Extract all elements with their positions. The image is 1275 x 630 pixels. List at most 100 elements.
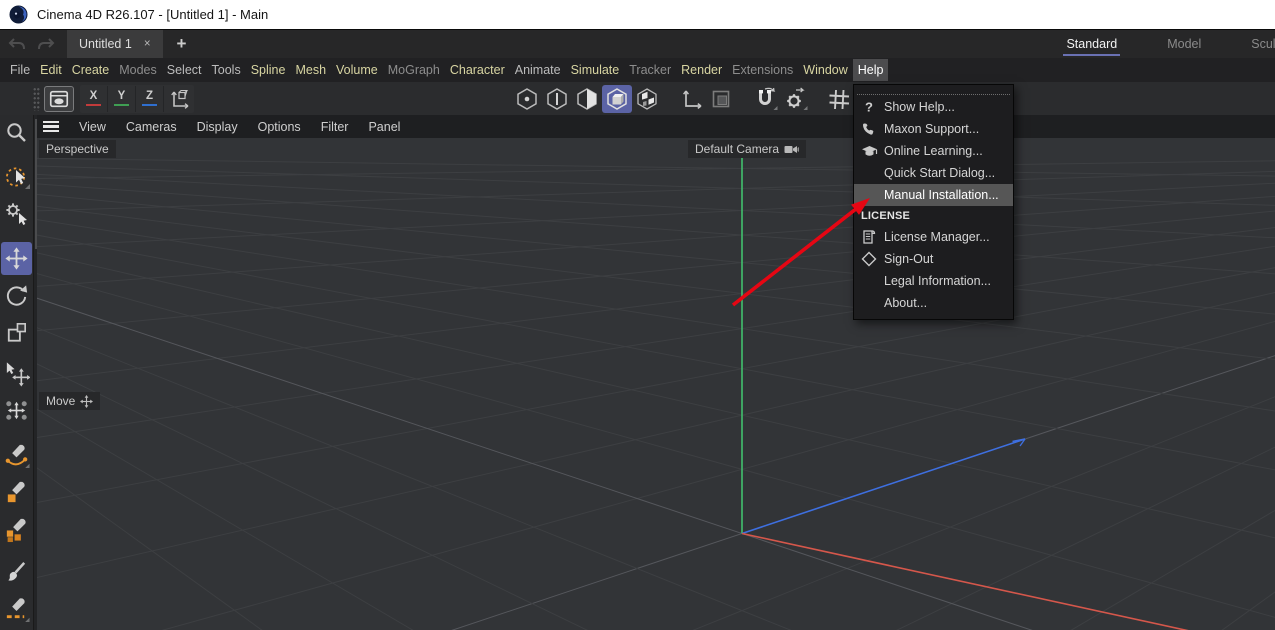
rotate-icon — [3, 282, 30, 309]
layout-tab-standard[interactable]: Standard — [1063, 32, 1120, 56]
menu-item-edit[interactable]: Edit — [35, 59, 67, 81]
menu-item-modes[interactable]: Modes — [114, 59, 162, 81]
layout-tab-model[interactable]: Model — [1164, 32, 1204, 56]
viewport-view-label[interactable]: Perspective — [39, 140, 116, 158]
help-menu-item-online-learning[interactable]: Online Learning... — [854, 140, 1013, 162]
help-menu-license-header: LICENSE — [854, 206, 1013, 226]
workplane-button[interactable] — [706, 85, 736, 113]
find-tool-button[interactable] — [1, 117, 32, 150]
points-mode-button[interactable] — [512, 85, 542, 113]
menu-item-help[interactable]: Help — [853, 59, 889, 81]
texture-mode-button[interactable] — [632, 85, 662, 113]
vp-menu-panel[interactable]: Panel — [358, 117, 410, 137]
sketch-tool-button[interactable] — [1, 593, 32, 626]
viewport-hamburger-icon[interactable] — [43, 121, 59, 133]
pen-square-icon — [3, 479, 30, 506]
help-menu-item-sign-out[interactable]: Sign-Out — [854, 248, 1013, 270]
menu-item-select[interactable]: Select — [162, 59, 207, 81]
brush-tool-button[interactable] — [1, 556, 32, 589]
help-menu-item-manual-installation[interactable]: Manual Installation... — [854, 184, 1013, 206]
archive-box-icon — [47, 88, 71, 110]
rotate-tool-button[interactable] — [1, 279, 32, 312]
vp-menu-view[interactable]: View — [69, 117, 116, 137]
tweak-tool-button[interactable] — [1, 197, 32, 230]
snap-magnet-icon — [752, 86, 778, 112]
help-menu-item-about[interactable]: About... — [854, 292, 1013, 314]
scale-tool-button[interactable] — [1, 316, 32, 349]
point-edit-tool-button[interactable] — [1, 394, 32, 427]
document-tab-untitled-1[interactable]: Untitled 1 × — [67, 30, 163, 58]
menu-item-render[interactable]: Render — [676, 59, 727, 81]
redo-button[interactable] — [34, 33, 58, 55]
menu-item-spline[interactable]: Spline — [246, 59, 291, 81]
object-axis-button[interactable] — [676, 85, 706, 113]
axis-y-lock-button[interactable]: Y — [108, 86, 136, 112]
move-hint-icon — [80, 395, 93, 408]
vp-menu-display[interactable]: Display — [187, 117, 248, 137]
undo-button[interactable] — [5, 33, 29, 55]
menu-item-volume[interactable]: Volume — [331, 59, 383, 81]
help-dropdown-menu: ? Show Help... Maxon Support... Online L… — [853, 84, 1014, 320]
quantize-grid-button[interactable] — [824, 85, 854, 113]
menu-tearoff-handle[interactable] — [857, 87, 1010, 95]
snap-settings-gear-icon — [782, 86, 808, 112]
transfer-tool-button[interactable] — [1, 357, 32, 390]
vp-menu-options[interactable]: Options — [248, 117, 311, 137]
axis-lock-group: X Y Z — [80, 85, 194, 113]
question-mark-icon: ? — [854, 99, 884, 115]
new-tab-button[interactable]: + — [177, 34, 187, 54]
menu-item-simulate[interactable]: Simulate — [566, 59, 625, 81]
app-logo-icon — [9, 5, 28, 24]
axis-z-label: Z — [146, 91, 153, 102]
menu-item-extensions[interactable]: Extensions — [727, 59, 798, 81]
polygons-mode-button[interactable] — [572, 85, 602, 113]
menu-item-file[interactable]: File — [5, 59, 35, 81]
menu-item-animate[interactable]: Animate — [510, 59, 566, 81]
viewport-camera-label[interactable]: Default Camera — [688, 140, 806, 158]
camera-icon — [784, 144, 799, 155]
menu-item-mograph[interactable]: MoGraph — [383, 59, 445, 81]
menu-item-window[interactable]: Window — [798, 59, 852, 81]
axis-x-lock-button[interactable]: X — [80, 86, 108, 112]
live-selection-tool-button[interactable] — [1, 160, 32, 193]
help-menu-item-legal-information[interactable]: Legal Information... — [854, 270, 1013, 292]
archive-box-button[interactable] — [44, 86, 74, 112]
vp-menu-cameras[interactable]: Cameras — [116, 117, 187, 137]
sketch-pen-icon — [3, 596, 30, 623]
search-icon — [3, 120, 30, 147]
menu-item-tracker[interactable]: Tracker — [624, 59, 676, 81]
tool-palette — [0, 115, 33, 630]
primitive-pen-tool-button[interactable] — [1, 476, 32, 509]
viewport-menubar: View Cameras Display Options Filter Pane… — [37, 115, 1275, 138]
spline-pen-tool-button[interactable] — [1, 439, 32, 472]
menu-item-mesh[interactable]: Mesh — [290, 59, 331, 81]
main-toolbar: X Y Z — [0, 82, 1275, 115]
cinema4d-window: Cinema 4D R26.107 - [Untitled 1] - Main … — [0, 0, 1275, 630]
axis-z-lock-button[interactable]: Z — [136, 86, 164, 112]
titlebar: Cinema 4D R26.107 - [Untitled 1] - Main — [0, 0, 1275, 30]
snap-toggle-button[interactable] — [750, 85, 780, 113]
document-tabbar: Untitled 1 × + Standard Model Sculpt — [0, 30, 1275, 58]
help-menu-item-quick-start-dialog[interactable]: Quick Start Dialog... — [854, 162, 1013, 184]
layout-tab-sculpt[interactable]: Sculpt — [1248, 32, 1275, 56]
toolbar-drag-handle[interactable] — [33, 87, 40, 111]
model-mode-button[interactable] — [602, 85, 632, 113]
coordinate-system-button[interactable] — [164, 85, 194, 113]
tab-close-icon[interactable]: × — [144, 38, 151, 50]
move-tool-button[interactable] — [1, 242, 32, 275]
model-mode-icon — [604, 86, 630, 112]
layout-tabs: Standard Model Sculpt — [1063, 30, 1275, 58]
menu-item-tools[interactable]: Tools — [207, 59, 246, 81]
menu-item-character[interactable]: Character — [445, 59, 510, 81]
help-menu-item-show-help[interactable]: ? Show Help... — [854, 96, 1013, 118]
window-title: Cinema 4D R26.107 - [Untitled 1] - Main — [37, 7, 268, 22]
viewport-perspective[interactable]: Perspective Default Camera Move — [37, 138, 1275, 630]
edges-mode-button[interactable] — [542, 85, 572, 113]
help-menu-item-license-manager[interactable]: License Manager... — [854, 226, 1013, 248]
polygons-mode-icon — [574, 86, 600, 112]
menu-item-create[interactable]: Create — [67, 59, 115, 81]
vp-menu-filter[interactable]: Filter — [311, 117, 359, 137]
help-menu-item-maxon-support[interactable]: Maxon Support... — [854, 118, 1013, 140]
snap-settings-button[interactable] — [780, 85, 810, 113]
pen-volumes-tool-button[interactable] — [1, 513, 32, 546]
